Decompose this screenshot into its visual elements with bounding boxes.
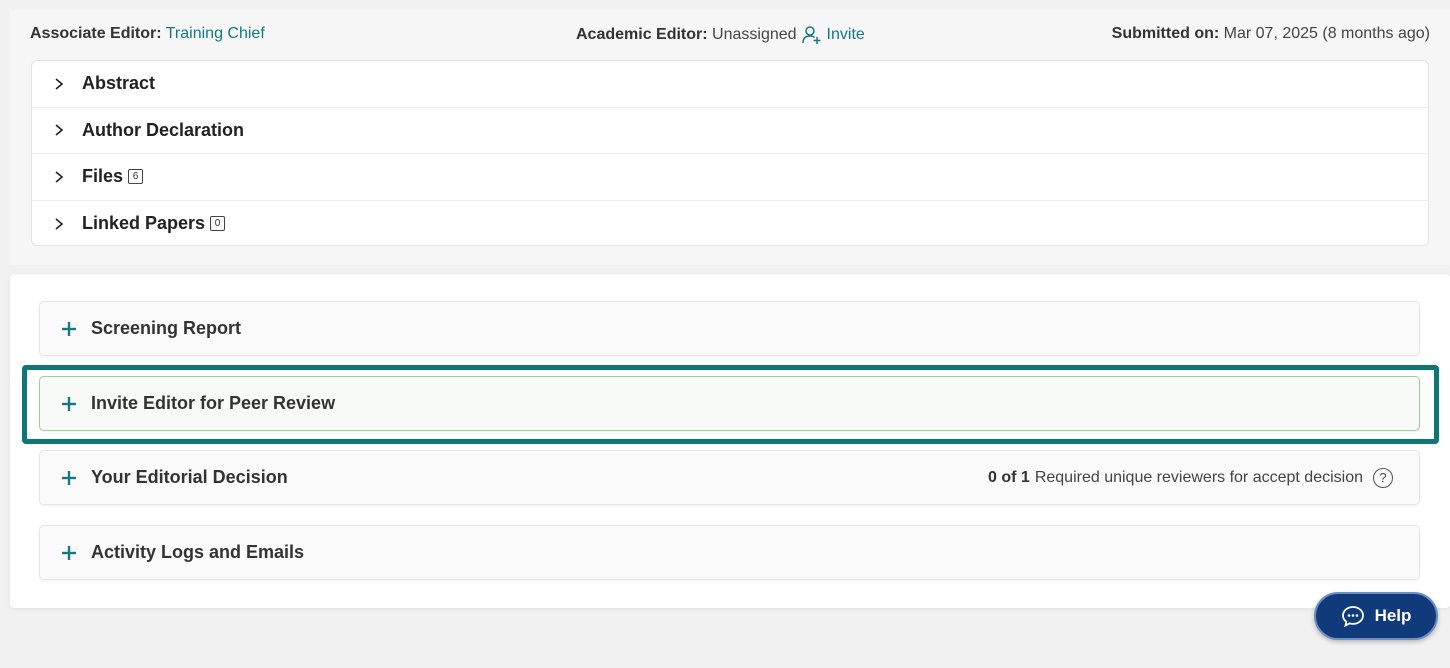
associate-editor-link[interactable]: Training Chief (166, 25, 265, 42)
linked-papers-label: Linked Papers (82, 213, 206, 234)
abstract-row[interactable]: Abstract (32, 61, 1428, 108)
academic-editor-label: Academic Editor: (576, 26, 708, 43)
question-circle-icon[interactable]: ? (1373, 467, 1393, 488)
invite-academic-editor-link[interactable]: Invite (801, 25, 865, 45)
reviewer-requirement-info: 0 of 1 Required unique reviewers for acc… (988, 451, 1393, 504)
editor-meta-row: Associate Editor: Training Chief Academi… (10, 10, 1450, 60)
manuscript-details-panel: Associate Editor: Training Chief Academi… (10, 10, 1450, 265)
reviewer-requirement-text: Required unique reviewers for accept dec… (1034, 468, 1363, 486)
submitted-label: Submitted on: (1111, 25, 1220, 42)
files-row[interactable]: Files 6 (32, 154, 1428, 201)
associate-editor-label: Associate Editor: (30, 25, 162, 42)
files-count-badge: 6 (128, 169, 144, 185)
help-label: Help (1374, 606, 1412, 625)
invite-editor-section[interactable]: Invite Editor for Peer Review (39, 376, 1420, 431)
workflow-panel: Screening Report Invite Editor for Peer … (10, 274, 1450, 608)
screening-report-label: Screening Report (91, 318, 242, 338)
chat-bubble-icon (1341, 606, 1364, 627)
files-label: Files (82, 166, 124, 187)
reviewer-count: 0 of 1 (988, 468, 1030, 486)
associate-editor-info: Associate Editor: Training Chief (30, 25, 265, 43)
help-button[interactable]: Help (1314, 592, 1438, 640)
chevron-right-icon (54, 218, 64, 230)
invite-editor-label: Invite Editor for Peer Review (91, 393, 336, 413)
screening-report-section[interactable]: Screening Report (39, 301, 1420, 356)
plus-icon (62, 470, 78, 485)
activity-logs-section[interactable]: Activity Logs and Emails (39, 525, 1420, 580)
details-accordion: Abstract Author Declaration Files 6 Link… (31, 60, 1429, 246)
plus-icon (62, 396, 78, 411)
chevron-right-icon (54, 78, 64, 90)
chevron-right-icon (54, 171, 64, 183)
editorial-decision-section[interactable]: Your Editorial Decision 0 of 1 Required … (39, 450, 1420, 505)
submitted-date: Mar 07, 2025 (8 months ago) (1223, 25, 1430, 42)
author-declaration-row[interactable]: Author Declaration (32, 108, 1428, 154)
author-declaration-label: Author Declaration (82, 119, 245, 140)
user-plus-icon (801, 26, 821, 44)
submission-date-info: Submitted on: Mar 07, 2025 (8 months ago… (1112, 25, 1430, 43)
academic-editor-info: Academic Editor: Unassigned Invite (576, 25, 865, 45)
plus-icon (62, 545, 78, 560)
chevron-right-icon (54, 124, 64, 136)
activity-logs-label: Activity Logs and Emails (91, 542, 305, 562)
academic-editor-value: Unassigned (712, 26, 797, 43)
plus-icon (62, 321, 78, 336)
editorial-decision-label: Your Editorial Decision (91, 467, 288, 487)
linked-papers-count-badge: 0 (210, 216, 226, 232)
abstract-label: Abstract (82, 73, 156, 94)
invite-label: Invite (826, 26, 865, 43)
linked-papers-row[interactable]: Linked Papers 0 (32, 201, 1428, 248)
